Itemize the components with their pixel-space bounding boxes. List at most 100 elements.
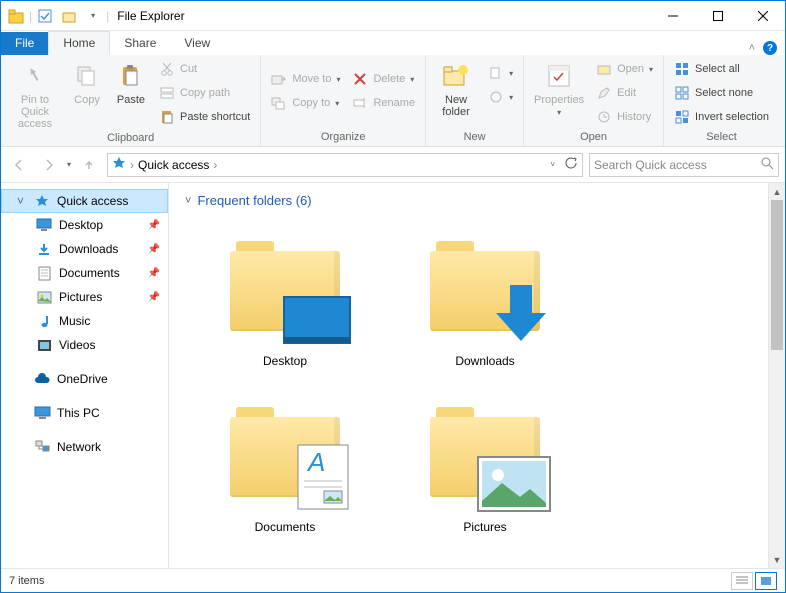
chevron-down-icon[interactable]: ˅ [185,195,191,207]
search-input[interactable]: Search Quick access [589,153,779,177]
qat-separator: | [29,9,32,23]
chevron-right-icon[interactable]: › [17,440,27,454]
desktop-icon [35,216,53,234]
open-icon [596,61,612,77]
recent-locations-icon[interactable]: ▾ [67,160,71,169]
easy-access-button[interactable]: ▾ [484,86,517,108]
nav-desktop[interactable]: Desktop📌 [1,213,168,237]
item-documents[interactable]: A Documents [205,392,365,534]
rename-button[interactable]: Rename [348,92,419,114]
qat-separator: | [106,9,109,23]
copy-to-button[interactable]: Copy to ▾ [267,92,344,114]
chevron-right-icon[interactable]: › [17,372,27,386]
invert-selection-button[interactable]: Invert selection [670,106,773,128]
items-grid: Desktop Downloads A Documents Pictures [185,216,752,568]
copy-button[interactable]: Copy [67,58,107,106]
chevron-down-icon[interactable]: ˅ [17,194,27,208]
group-header[interactable]: ˅ Frequent folders (6) [185,193,752,208]
open-button[interactable]: Open ▾ [592,58,657,80]
copy-to-icon [271,95,287,111]
cut-button[interactable]: Cut [155,58,254,80]
quick-access-toolbar: | ▾ | [1,5,109,27]
nav-documents[interactable]: Documents📌 [1,261,168,285]
chevron-right-icon[interactable]: › [17,406,27,420]
network-icon [33,438,51,456]
pin-icon: 📌 [148,220,160,231]
navigation-pane: ˅Quick access Desktop📌 Downloads📌 Docume… [1,183,169,568]
paste-shortcut-button[interactable]: Paste shortcut [155,106,254,128]
breadcrumb-root[interactable]: Quick access [138,158,209,172]
select-all-icon [674,61,690,77]
details-view-button[interactable] [731,572,753,590]
refresh-icon[interactable] [565,157,578,173]
documents-overlay-icon: A [294,441,352,516]
quick-access-star-icon [112,156,126,173]
documents-icon [35,264,53,282]
select-none-button[interactable]: Select none [670,82,773,104]
delete-button[interactable]: Delete ▾ [348,68,419,90]
nav-pictures[interactable]: Pictures📌 [1,285,168,309]
title-bar: | ▾ | File Explorer [1,1,785,31]
move-to-button[interactable]: Move to ▾ [267,68,344,90]
large-icons-view-button[interactable] [755,572,777,590]
new-item-button[interactable]: ▾ [484,62,517,84]
tab-home[interactable]: Home [48,31,110,55]
nav-quick-access[interactable]: ˅Quick access [1,189,168,213]
item-videos[interactable]: Videos [405,558,565,568]
svg-text:A: A [306,447,325,477]
copy-icon [71,60,103,92]
status-items: 7 items [9,575,44,587]
delete-icon [352,71,368,87]
star-icon [33,192,51,210]
new-folder-button[interactable]: New folder [432,58,480,118]
paste-button[interactable]: Paste [111,58,151,106]
scroll-thumb[interactable] [771,200,783,350]
address-bar[interactable]: › Quick access › ˅ [107,153,583,177]
properties-button[interactable]: Properties ▾ [530,58,588,117]
qat-dropdown-icon[interactable]: ▾ [82,5,104,27]
close-button[interactable] [740,1,785,30]
select-all-button[interactable]: Select all [670,58,773,80]
desktop-overlay-icon [282,295,352,350]
scroll-up-icon[interactable]: ▲ [769,183,785,200]
item-downloads[interactable]: Downloads [405,226,565,368]
item-desktop[interactable]: Desktop [205,226,365,368]
history-button[interactable]: History [592,106,657,128]
forward-button[interactable] [37,153,61,177]
group-open: Properties ▾ Open ▾ Edit History Open [524,55,664,146]
nav-onedrive[interactable]: ›OneDrive [1,367,168,391]
pin-icon [19,60,51,92]
properties-qat-icon[interactable] [34,5,56,27]
nav-downloads[interactable]: Downloads📌 [1,237,168,261]
maximize-button[interactable] [695,1,740,30]
back-button[interactable] [7,153,31,177]
tab-view[interactable]: View [170,32,224,55]
music-icon [35,312,53,330]
nav-music[interactable]: Music [1,309,168,333]
new-folder-qat-icon[interactable] [58,5,80,27]
item-pictures[interactable]: Pictures [405,392,565,534]
vertical-scrollbar[interactable]: ▲ ▼ [768,183,785,568]
nav-this-pc[interactable]: ›This PC [1,401,168,425]
collapse-ribbon-icon[interactable]: ˄ [749,42,755,54]
nav-network[interactable]: ›Network [1,435,168,459]
nav-videos[interactable]: Videos [1,333,168,357]
pictures-icon [35,288,53,306]
pin-icon: 📌 [148,244,160,255]
address-dropdown-icon[interactable]: ˅ [550,160,555,169]
item-music[interactable]: Music [205,558,365,568]
group-new: New folder ▾ ▾ New [426,55,524,146]
help-icon[interactable]: ? [763,41,777,55]
edit-button[interactable]: Edit [592,82,657,104]
this-pc-icon [33,404,51,422]
scroll-down-icon[interactable]: ▼ [769,551,785,568]
downloads-overlay-icon [490,281,552,350]
pin-to-quick-access-button[interactable]: Pin to Quick access [7,58,63,130]
tab-file[interactable]: File [1,32,48,55]
group-organize: Move to ▾ Copy to ▾ Delete ▾ Rename Orga… [261,55,426,146]
copy-path-button[interactable]: Copy path [155,82,254,104]
up-button[interactable] [77,153,101,177]
minimize-button[interactable] [650,1,695,30]
tab-share[interactable]: Share [110,32,170,55]
group-select: Select all Select none Invert selection … [664,55,779,146]
